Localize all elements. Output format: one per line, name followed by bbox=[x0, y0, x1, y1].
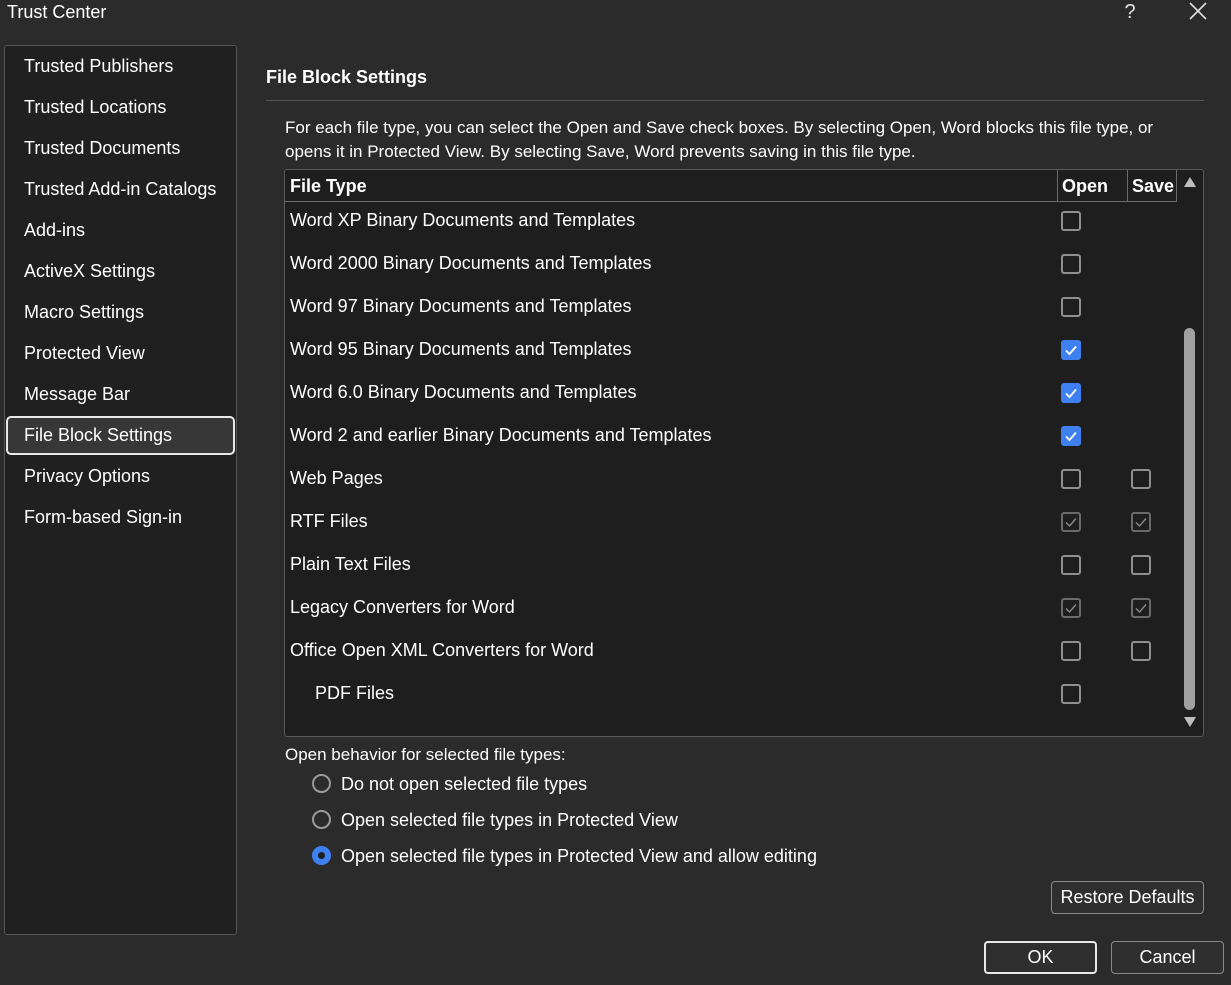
ok-button[interactable]: OK bbox=[984, 941, 1097, 974]
file-type-label: Plain Text Files bbox=[290, 554, 411, 574]
save-checkbox bbox=[1131, 598, 1151, 618]
radio-label[interactable]: Do not open selected file types bbox=[341, 769, 587, 799]
column-header-open[interactable]: Open bbox=[1057, 170, 1127, 201]
open-checkbox[interactable] bbox=[1061, 641, 1081, 661]
file-type-label: Office Open XML Converters for Word bbox=[290, 640, 594, 660]
open-checkbox bbox=[1061, 598, 1081, 618]
radio-label[interactable]: Open selected file types in Protected Vi… bbox=[341, 805, 678, 835]
column-header-save[interactable]: Save bbox=[1127, 170, 1177, 201]
open-behavior-label: Open behavior for selected file types: bbox=[285, 745, 566, 764]
restore-defaults-button[interactable]: Restore Defaults bbox=[1051, 881, 1204, 914]
radio-button[interactable] bbox=[312, 810, 331, 829]
file-type-label: Word 97 Binary Documents and Templates bbox=[290, 296, 632, 316]
file-type-rows: Word 2003 and Plain XML DocumentsWord XP… bbox=[285, 170, 1177, 736]
sidebar-item-trusted-publishers[interactable]: Trusted Publishers bbox=[6, 47, 235, 86]
table-row: Word 97 Binary Documents and Templates bbox=[285, 285, 1177, 328]
file-type-label: Word 6.0 Binary Documents and Templates bbox=[290, 382, 637, 402]
column-divider bbox=[1176, 170, 1177, 201]
sidebar-item-add-ins[interactable]: Add-ins bbox=[6, 211, 235, 250]
sidebar-item-trusted-documents[interactable]: Trusted Documents bbox=[6, 129, 235, 168]
open-checkbox[interactable] bbox=[1061, 211, 1081, 231]
file-type-label: Web Pages bbox=[290, 468, 383, 488]
open-checkbox[interactable] bbox=[1061, 340, 1081, 360]
table-row: PDF Files bbox=[285, 672, 1177, 715]
save-checkbox[interactable] bbox=[1131, 641, 1151, 661]
open-checkbox[interactable] bbox=[1061, 684, 1081, 704]
sidebar-item-protected-view[interactable]: Protected View bbox=[6, 334, 235, 373]
sidebar-item-macro-settings[interactable]: Macro Settings bbox=[6, 293, 235, 332]
open-checkbox bbox=[1061, 512, 1081, 532]
open-checkbox[interactable] bbox=[1061, 555, 1081, 575]
open-checkbox[interactable] bbox=[1061, 254, 1081, 274]
radio-button[interactable] bbox=[312, 774, 331, 793]
file-type-label: Word 95 Binary Documents and Templates bbox=[290, 339, 632, 359]
section-title: File Block Settings bbox=[266, 67, 428, 87]
table-row: Word XP Binary Documents and Templates bbox=[285, 199, 1177, 242]
table-row: Web Pages bbox=[285, 457, 1177, 500]
table-row: Word 95 Binary Documents and Templates bbox=[285, 328, 1177, 371]
help-button[interactable]: ? bbox=[1120, 0, 1140, 24]
table-row: Office Open XML Converters for Word bbox=[285, 629, 1177, 672]
sidebar-item-activex-settings[interactable]: ActiveX Settings bbox=[6, 252, 235, 291]
table-row: RTF Files bbox=[285, 500, 1177, 543]
table-row: Legacy Converters for Word bbox=[285, 586, 1177, 629]
close-button[interactable] bbox=[1186, 1, 1210, 23]
close-icon bbox=[1189, 2, 1207, 20]
section-divider bbox=[266, 100, 1204, 101]
cancel-button[interactable]: Cancel bbox=[1111, 941, 1224, 974]
radio-button-selected[interactable] bbox=[312, 846, 331, 865]
file-type-list[interactable]: Word 2003 and Plain XML DocumentsWord XP… bbox=[284, 169, 1204, 737]
open-checkbox[interactable] bbox=[1061, 469, 1081, 489]
sidebar: Trusted Publishers Trusted Locations Tru… bbox=[4, 45, 237, 935]
file-type-label: Word 2 and earlier Binary Documents and … bbox=[290, 425, 712, 445]
file-type-label: PDF Files bbox=[315, 683, 395, 703]
scrollbar-thumb[interactable] bbox=[1184, 328, 1195, 710]
table-row: Word 2 and earlier Binary Documents and … bbox=[285, 414, 1177, 457]
save-checkbox[interactable] bbox=[1131, 469, 1151, 489]
sidebar-item-privacy-options[interactable]: Privacy Options bbox=[6, 457, 235, 496]
sidebar-item-message-bar[interactable]: Message Bar bbox=[6, 375, 235, 414]
sidebar-item-trusted-add-in-catalogs[interactable]: Trusted Add-in Catalogs bbox=[6, 170, 235, 209]
radio-label[interactable]: Open selected file types in Protected Vi… bbox=[341, 841, 817, 871]
open-checkbox[interactable] bbox=[1061, 426, 1081, 446]
open-checkbox[interactable] bbox=[1061, 383, 1081, 403]
sidebar-item-file-block-settings[interactable]: File Block Settings bbox=[6, 416, 235, 455]
table-row: Word 2000 Binary Documents and Templates bbox=[285, 242, 1177, 285]
description-text: For each file type, you can select the O… bbox=[285, 118, 1154, 161]
scroll-down-arrow-icon[interactable] bbox=[1183, 716, 1197, 728]
sidebar-item-form-based-sign-in[interactable]: Form-based Sign-in bbox=[6, 498, 235, 537]
open-checkbox[interactable] bbox=[1061, 297, 1081, 317]
list-header: File Type Open Save bbox=[285, 170, 1177, 202]
sidebar-item-trusted-locations[interactable]: Trusted Locations bbox=[6, 88, 235, 127]
column-header-file-type[interactable]: File Type bbox=[285, 170, 1057, 201]
save-checkbox bbox=[1131, 512, 1151, 532]
scroll-up-arrow-icon[interactable] bbox=[1183, 176, 1197, 188]
file-type-label: Legacy Converters for Word bbox=[290, 597, 515, 617]
window-title: Trust Center bbox=[7, 2, 107, 22]
table-row: Word 6.0 Binary Documents and Templates bbox=[285, 371, 1177, 414]
table-row: Plain Text Files bbox=[285, 543, 1177, 586]
file-type-label: Word 2000 Binary Documents and Templates bbox=[290, 253, 652, 273]
file-type-label: RTF Files bbox=[290, 511, 368, 531]
save-checkbox[interactable] bbox=[1131, 555, 1151, 575]
file-type-label: Word XP Binary Documents and Templates bbox=[290, 210, 636, 230]
